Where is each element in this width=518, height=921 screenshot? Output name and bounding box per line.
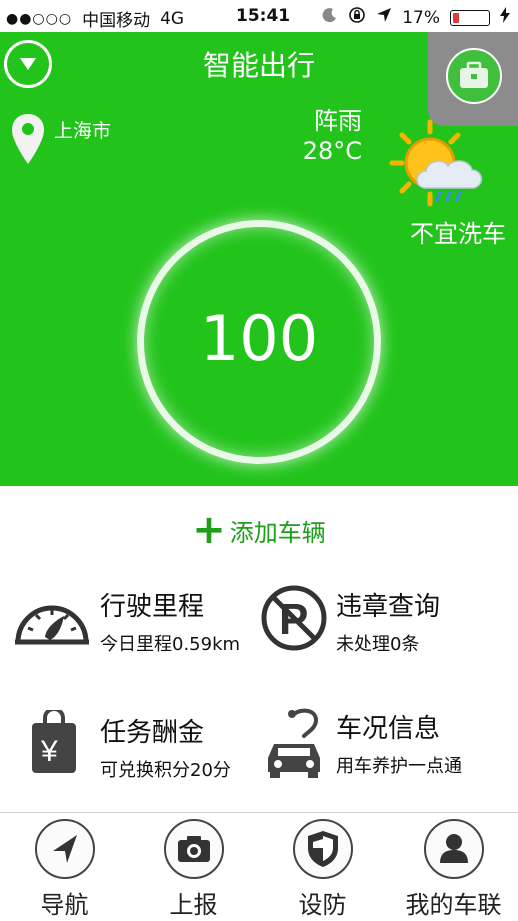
tab-label: 我的车联 bbox=[405, 891, 502, 919]
carrier-name: 中国移动 bbox=[82, 11, 151, 31]
speedometer-icon bbox=[12, 584, 92, 654]
camera-icon bbox=[163, 819, 224, 879]
tab-bar: 导航 上报 设防 我的车联 bbox=[0, 812, 518, 921]
weather-info: 阵雨 28°C bbox=[303, 106, 362, 166]
feature-title: 行驶里程 bbox=[100, 592, 205, 622]
status-left: ●●○○○ 中国移动 4G bbox=[6, 6, 185, 32]
toolbox-icon bbox=[446, 48, 502, 104]
location-display[interactable]: 上海市 bbox=[10, 112, 111, 166]
battery-icon bbox=[450, 9, 490, 26]
add-vehicle-label: 添加车辆 bbox=[229, 518, 326, 547]
no-parking-icon: P bbox=[260, 584, 328, 656]
weather-temperature: 28°C bbox=[302, 137, 362, 165]
location-arrow-icon bbox=[376, 7, 392, 28]
car-wash-advice: 不宜洗车 bbox=[410, 220, 506, 248]
weather-condition: 阵雨 bbox=[314, 107, 362, 135]
tab-label: 导航 bbox=[40, 891, 89, 919]
battery-percent: 17% bbox=[402, 7, 440, 28]
feature-title: 任务酬金 bbox=[100, 718, 205, 748]
feature-subtitle: 用车养护一点通 bbox=[336, 756, 462, 777]
tab-arm-security[interactable]: 设防 bbox=[258, 819, 387, 920]
navigation-arrow-icon bbox=[34, 819, 95, 879]
shield-icon bbox=[292, 819, 353, 879]
signal-strength: ●●○○○ bbox=[6, 10, 73, 27]
location-pin-icon bbox=[12, 114, 44, 164]
status-time: 15:41 bbox=[236, 6, 291, 26]
city-name: 上海市 bbox=[54, 120, 112, 142]
user-icon bbox=[423, 819, 484, 879]
network-type: 4G bbox=[160, 8, 185, 29]
battery-fill bbox=[453, 12, 459, 23]
tab-label: 上报 bbox=[169, 891, 218, 919]
feature-subtitle: 未处理0条 bbox=[336, 634, 420, 655]
feature-vehicle-status[interactable]: 车况信息 用车养护一点通 bbox=[264, 706, 514, 786]
rotation-lock-icon bbox=[348, 6, 366, 29]
tab-report[interactable]: 上报 bbox=[129, 819, 258, 920]
feature-mileage[interactable]: 行驶里程 今日里程0.59km bbox=[12, 584, 262, 664]
shopping-bag-yen-icon: ¥ bbox=[30, 707, 78, 780]
tab-navigation[interactable]: 导航 bbox=[0, 819, 129, 920]
sun-cloud-rain-icon bbox=[386, 116, 504, 216]
plus-icon: + bbox=[192, 507, 226, 553]
toolbox-button[interactable] bbox=[428, 32, 518, 126]
feature-title: 车况信息 bbox=[336, 714, 441, 744]
hero-panel: 智能出行 上海市 阵雨 28°C 不宜洗车 100 bbox=[0, 32, 518, 486]
status-right: 17% bbox=[322, 6, 510, 29]
feature-title: 违章查询 bbox=[336, 592, 441, 622]
add-vehicle-button[interactable]: + 添加车辆 bbox=[0, 507, 518, 553]
moon-icon bbox=[322, 7, 338, 28]
tab-label: 设防 bbox=[298, 891, 347, 919]
feature-subtitle: 可兑换积分20分 bbox=[100, 760, 231, 781]
feature-violation-query[interactable]: P 违章查询 未处理0条 bbox=[260, 584, 510, 664]
car-stethoscope-icon bbox=[264, 706, 324, 784]
tab-my-car[interactable]: 我的车联 bbox=[389, 819, 518, 920]
status-bar: ●●○○○ 中国移动 4G 15:41 17% bbox=[0, 0, 518, 32]
score-value: 100 bbox=[199, 302, 319, 375]
charging-bolt-icon bbox=[500, 7, 510, 28]
feature-subtitle: 今日里程0.59km bbox=[100, 634, 241, 655]
svg-text:¥: ¥ bbox=[40, 735, 58, 768]
feature-task-rewards[interactable]: ¥ 任务酬金 可兑换积分20分 bbox=[30, 707, 270, 790]
